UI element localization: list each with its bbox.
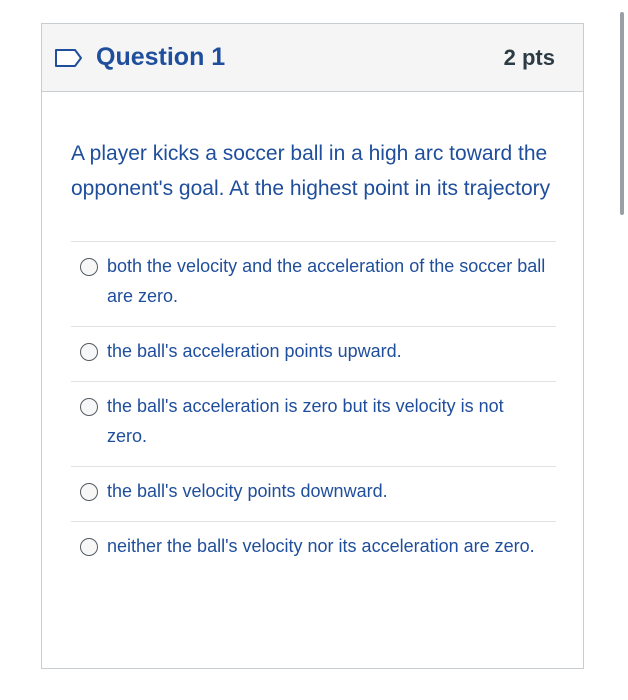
answer-option[interactable]: the ball's acceleration is zero but its … bbox=[71, 382, 556, 467]
answer-option[interactable]: both the velocity and the acceleration o… bbox=[71, 242, 556, 327]
quiz-page: Question 1 2 pts A player kicks a soccer… bbox=[0, 0, 628, 700]
question-title: Question 1 bbox=[96, 43, 226, 71]
answer-option[interactable]: the ball's velocity points downward. bbox=[71, 467, 556, 522]
question-text: A player kicks a soccer ball in a high a… bbox=[71, 142, 551, 200]
scrollbar-thumb[interactable] bbox=[620, 12, 624, 215]
radio-button[interactable] bbox=[80, 398, 98, 416]
radio-button[interactable] bbox=[80, 538, 98, 556]
answer-label[interactable]: the ball's acceleration is zero but its … bbox=[107, 391, 547, 451]
answer-label[interactable]: both the velocity and the acceleration o… bbox=[107, 251, 547, 311]
flag-outline-icon[interactable] bbox=[54, 48, 84, 68]
question-header: Question 1 2 pts bbox=[42, 24, 583, 92]
radio-button[interactable] bbox=[80, 343, 98, 361]
question-body: A player kicks a soccer ball in a high a… bbox=[42, 92, 583, 576]
radio-button[interactable] bbox=[80, 258, 98, 276]
answer-option[interactable]: neither the ball's velocity nor its acce… bbox=[71, 522, 556, 576]
answer-list: both the velocity and the acceleration o… bbox=[71, 241, 556, 576]
radio-button[interactable] bbox=[80, 483, 98, 501]
answer-label[interactable]: neither the ball's velocity nor its acce… bbox=[107, 531, 547, 561]
answer-option[interactable]: the ball's acceleration points upward. bbox=[71, 327, 556, 382]
question-header-left: Question 1 bbox=[54, 43, 225, 72]
points-value: 2 pts bbox=[503, 44, 555, 70]
question-card: Question 1 2 pts A player kicks a soccer… bbox=[41, 23, 584, 669]
answer-label[interactable]: the ball's velocity points downward. bbox=[107, 476, 547, 506]
answer-label[interactable]: the ball's acceleration points upward. bbox=[107, 336, 547, 366]
